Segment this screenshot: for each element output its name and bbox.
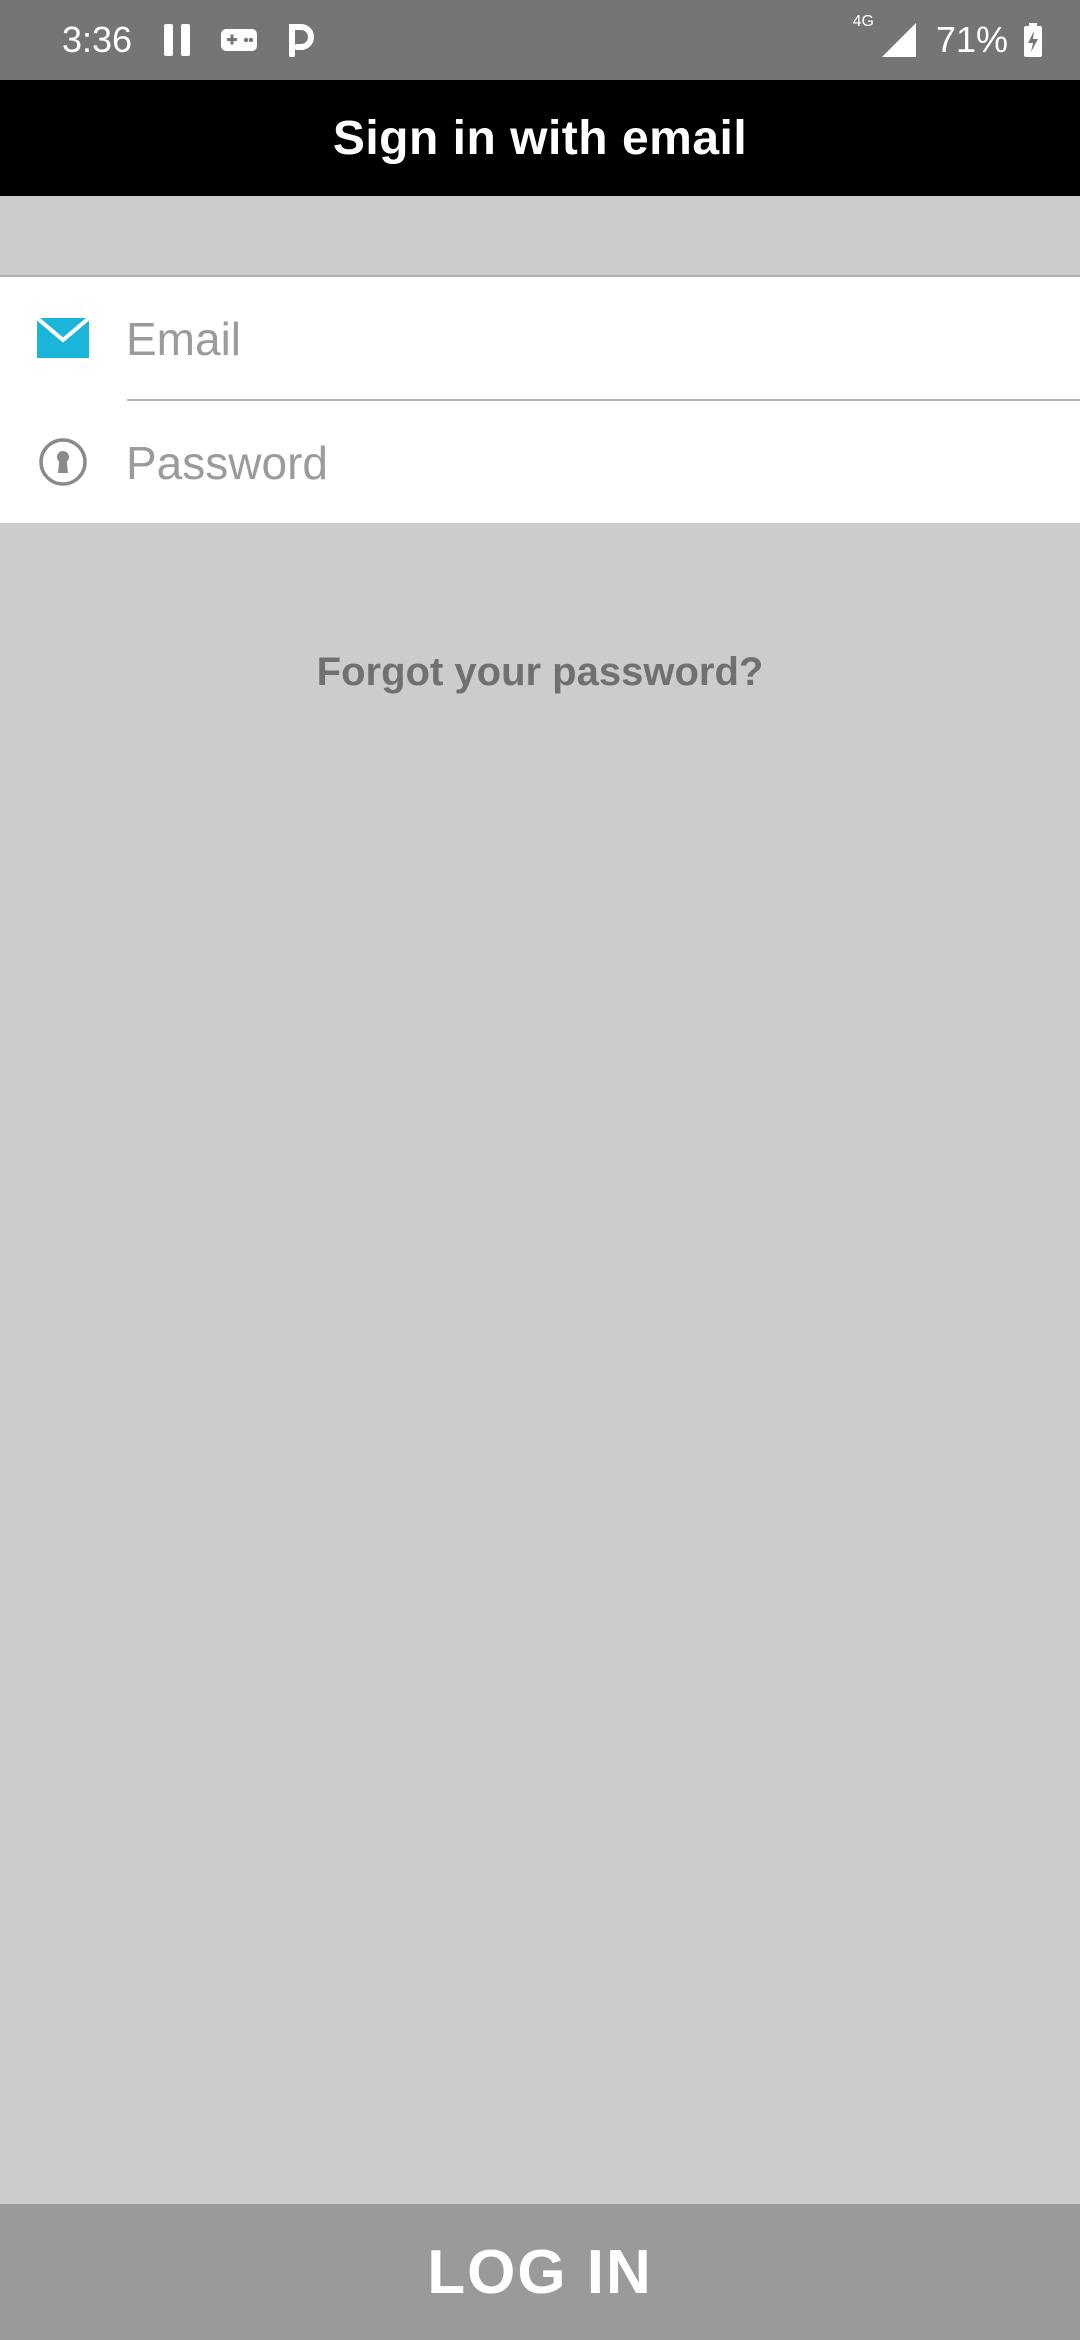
forgot-password-link[interactable]: Forgot your password?: [0, 650, 1080, 695]
status-right: 4G 71%: [853, 13, 1044, 61]
network-type: 4G: [852, 13, 874, 30]
envelope-icon: [36, 311, 90, 365]
app-bar: Sign in with email: [0, 80, 1080, 196]
signal-icon: [878, 21, 918, 59]
email-field[interactable]: [126, 299, 1026, 379]
page-title: Sign in with email: [332, 111, 748, 165]
email-row: [0, 277, 1080, 401]
battery-percent: 71%: [935, 19, 1008, 60]
password-field[interactable]: [126, 423, 1026, 503]
password-row: [0, 401, 1080, 523]
battery-charging-icon: [1022, 22, 1044, 58]
login-button[interactable]: LOG IN: [0, 2204, 1080, 2340]
login-form: [0, 275, 1080, 523]
parking-icon: [286, 23, 315, 57]
keyhole-icon: [36, 435, 90, 489]
pause-icon: [162, 22, 192, 58]
status-time: 3:36: [62, 19, 133, 60]
gamepad-icon: [220, 27, 258, 53]
status-bar: 3:36 4G 71%: [0, 0, 1080, 80]
